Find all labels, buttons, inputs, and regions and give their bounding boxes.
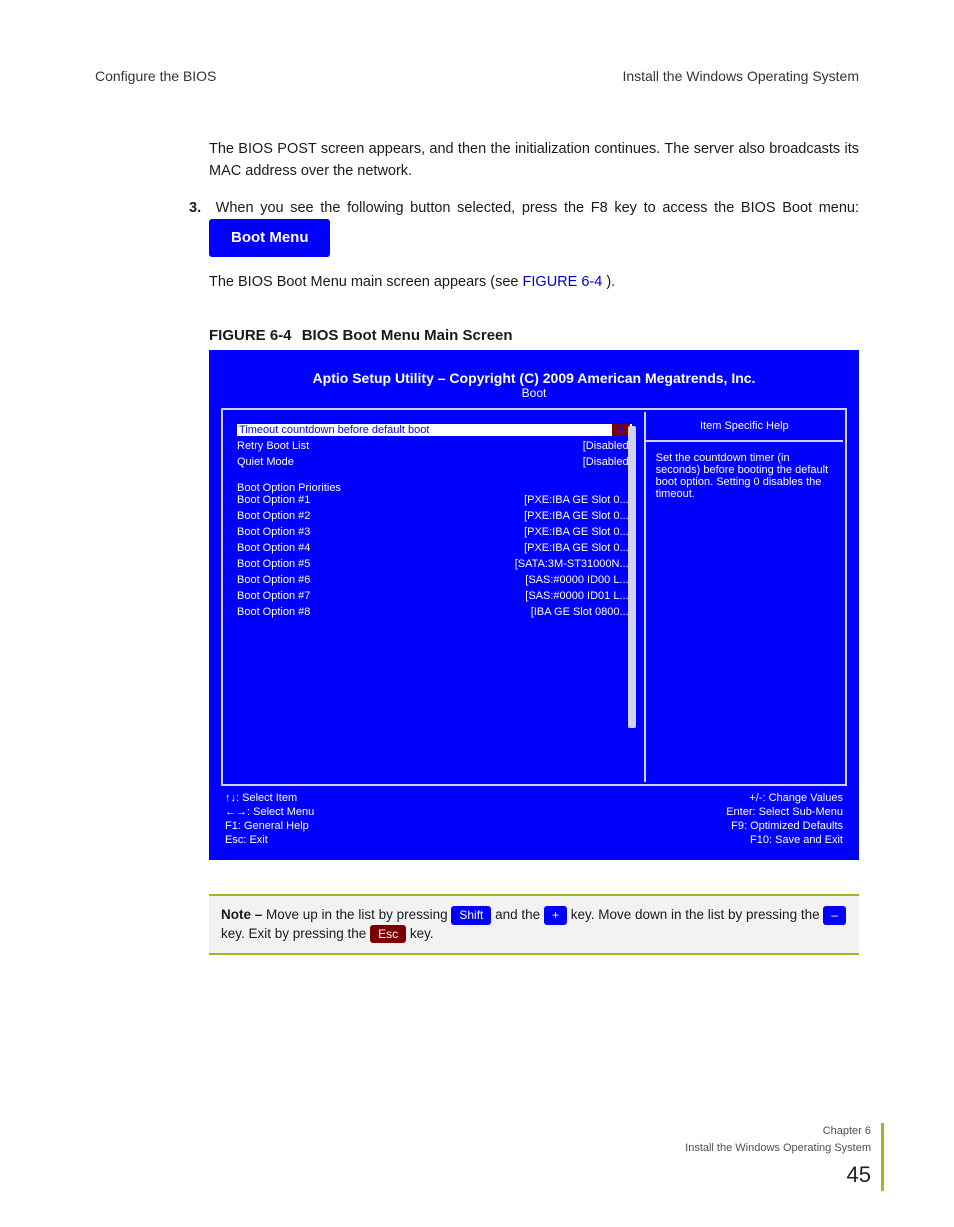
footer-section: Install the Windows Operating System <box>685 1142 871 1154</box>
bios-row-value: [Disabled] <box>583 456 632 468</box>
page-footer: Chapter 6 Install the Windows Operating … <box>685 1123 884 1191</box>
bios-help-panel: Item Specific Help Set the countdown tim… <box>646 412 843 782</box>
step-3-after-a: The BIOS Boot Menu main screen appears (… <box>209 274 523 290</box>
boot-option-row[interactable]: Boot Option #8[IBA GE Slot 0800...] <box>237 606 632 618</box>
step-3-after: The BIOS Boot Menu main screen appears (… <box>209 271 859 293</box>
boot-option-row[interactable]: Boot Option #1[PXE:IBA GE Slot 0...] <box>237 494 632 506</box>
bios-frame: Timeout countdown before default boot 5 … <box>221 408 847 786</box>
boot-option-row[interactable]: Boot Option #5[SATA:3M-ST31000N...] <box>237 558 632 570</box>
figure-title: BIOS Boot Menu Main Screen <box>302 327 513 344</box>
bios-footer-row: Esc: ExitF10: Save and Exit <box>225 834 843 846</box>
bios-footer-row: F1: General HelpF9: Optimized Defaults <box>225 820 843 832</box>
boot-option-row[interactable]: Boot Option #4[PXE:IBA GE Slot 0...] <box>237 542 632 554</box>
bios-row-highlighted[interactable]: Timeout countdown before default boot 5 <box>237 424 632 436</box>
bios-screenshot: Aptio Setup Utility – Copyright (C) 2009… <box>209 350 859 860</box>
note-text-a: Move up in the list by pressing <box>266 907 451 922</box>
step-number: 3. <box>189 197 209 219</box>
bios-row-key: Timeout countdown before default boot <box>239 424 429 436</box>
note-label: Note – <box>221 907 266 922</box>
step-3-after-b: ). <box>606 274 615 290</box>
bios-row-key: Quiet Mode <box>237 456 294 468</box>
note-box: Note – Move up in the list by pressing S… <box>209 894 859 955</box>
key-minus: – <box>823 906 846 924</box>
figure-number: FIGURE 6-4 <box>209 327 292 344</box>
bios-row-value: [Disabled] <box>583 440 632 452</box>
running-head: Configure the BIOS Install the Windows O… <box>95 68 859 84</box>
note-text-c: key. Move down in the list by pressing t… <box>571 907 824 922</box>
bios-left-panel: Timeout countdown before default boot 5 … <box>225 412 646 782</box>
bios-row[interactable]: Quiet Mode [Disabled] <box>237 456 632 468</box>
bios-scrollbar[interactable] <box>628 426 636 768</box>
intro-paragraph: The BIOS POST screen appears, and then t… <box>209 138 859 183</box>
bios-help-header: Item Specific Help <box>646 412 843 442</box>
bios-row[interactable]: Retry Boot List [Disabled] <box>237 440 632 452</box>
bios-footer-row: ←→: Select MenuEnter: Select Sub-Menu <box>225 806 843 818</box>
boot-menu-button-image: Boot Menu <box>209 219 330 256</box>
bios-help-body: Set the countdown timer (in seconds) bef… <box>646 442 843 782</box>
bios-row-key: Retry Boot List <box>237 440 309 452</box>
running-head-right: Install the Windows Operating System <box>622 68 859 84</box>
boot-option-row[interactable]: Boot Option #3[PXE:IBA GE Slot 0...] <box>237 526 632 538</box>
step-3: 3. When you see the following button sel… <box>209 197 859 257</box>
bios-scroll-thumb[interactable] <box>628 426 636 728</box>
note-text-d: key. Exit by pressing the <box>221 925 370 940</box>
boot-priority-header: Boot Option Priorities <box>237 482 632 494</box>
bios-title-bar: Aptio Setup Utility – Copyright (C) 2009… <box>221 370 847 386</box>
figure-caption: FIGURE 6-4 BIOS Boot Menu Main Screen <box>209 327 859 344</box>
bios-footer-help: ↑↓: Select Item+/-: Change Values ←→: Se… <box>221 786 847 848</box>
bios-active-tab: Boot <box>221 386 847 400</box>
figure-ref-link[interactable]: FIGURE 6-4 <box>523 274 603 290</box>
key-shift: Shift <box>451 906 491 924</box>
boot-option-row[interactable]: Boot Option #6[SAS:#0000 ID00 L...] <box>237 574 632 586</box>
note-text-b: and the <box>495 907 544 922</box>
step-3-text: When you see the following button select… <box>216 200 859 216</box>
key-esc: Esc <box>370 925 406 943</box>
key-plus: + <box>544 906 567 924</box>
running-head-left: Configure the BIOS <box>95 68 216 84</box>
boot-option-row[interactable]: Boot Option #2[PXE:IBA GE Slot 0...] <box>237 510 632 522</box>
note-text-e: key. <box>410 925 434 940</box>
page-number: 45 <box>685 1158 871 1191</box>
page: Configure the BIOS Install the Windows O… <box>0 0 954 1227</box>
footer-chapter: Chapter 6 <box>823 1125 871 1137</box>
boot-option-row[interactable]: Boot Option #7[SAS:#0000 ID01 L...] <box>237 590 632 602</box>
bios-footer-row: ↑↓: Select Item+/-: Change Values <box>225 792 843 804</box>
